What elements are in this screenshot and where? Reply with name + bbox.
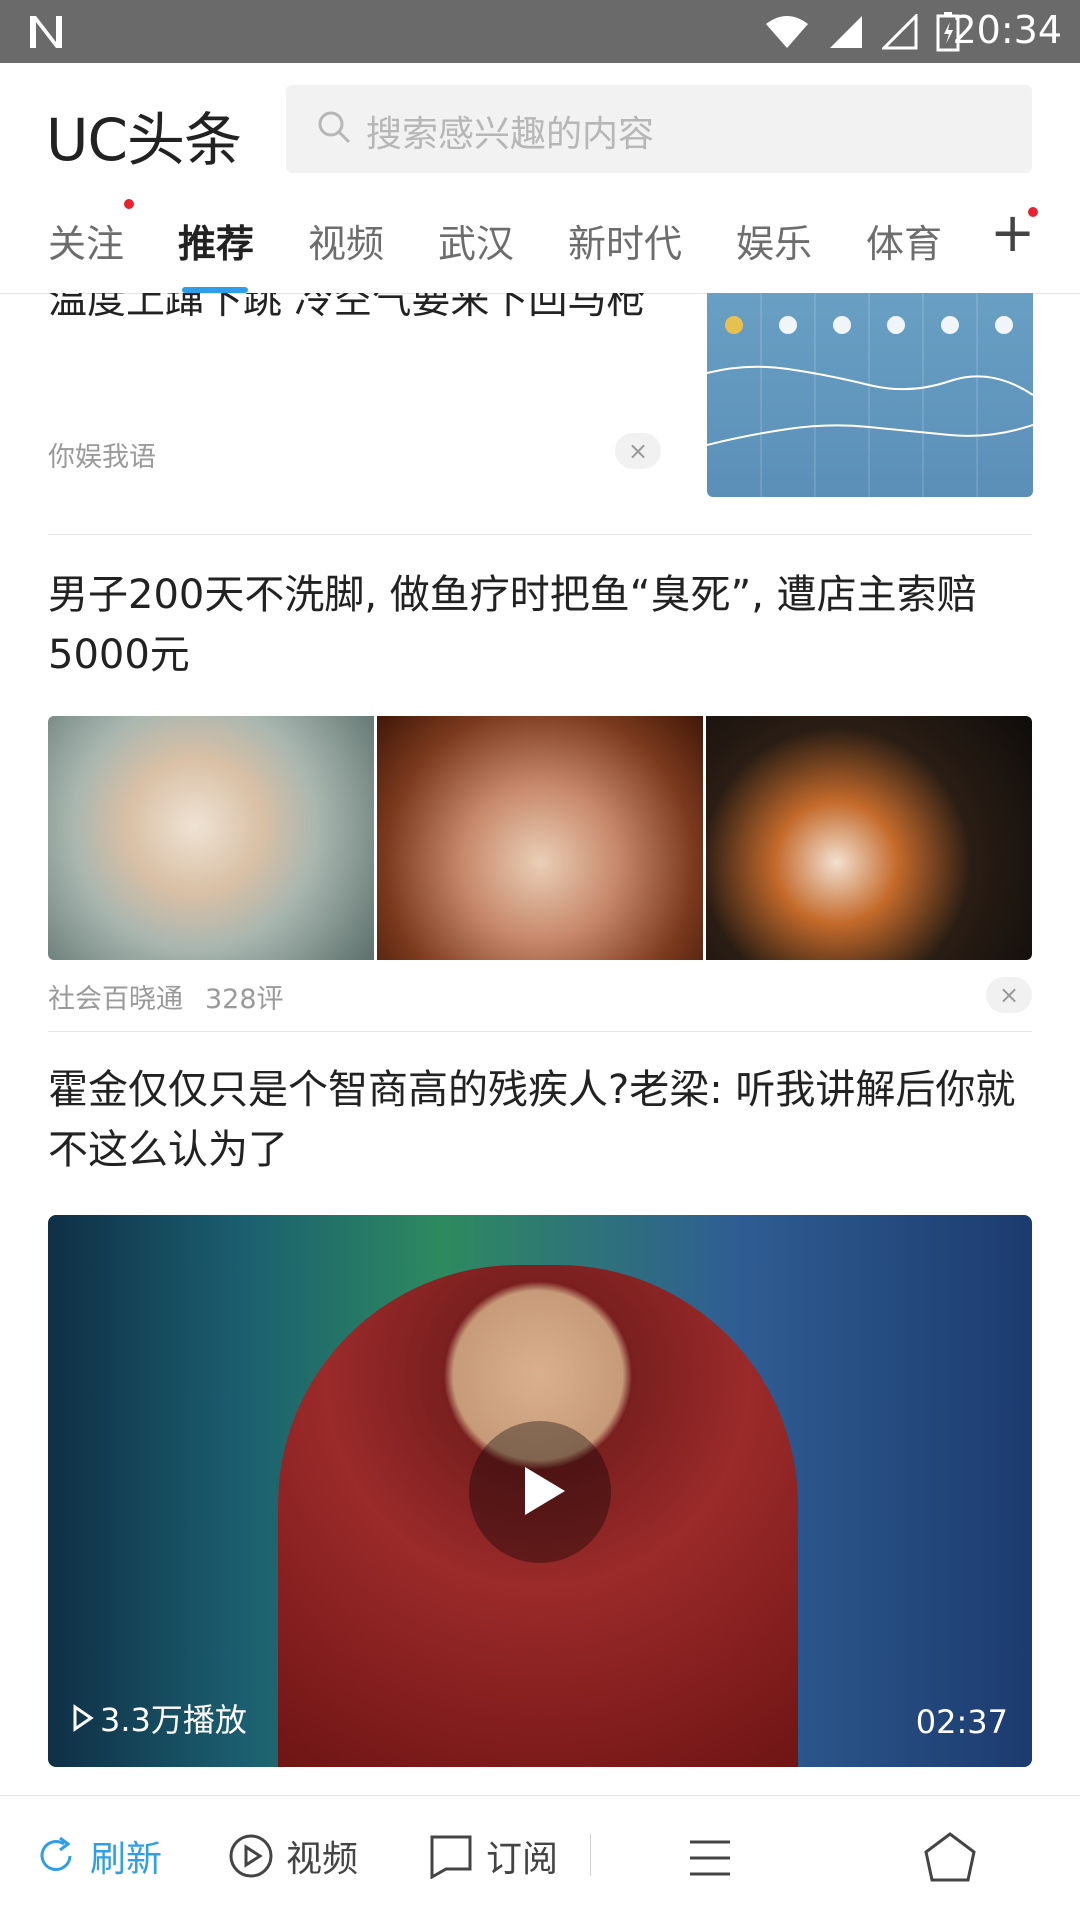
video-duration: 02:37 <box>915 1703 1008 1741</box>
play-small-icon <box>73 1704 94 1732</box>
subscribe-button[interactable]: 订阅 <box>428 1830 558 1882</box>
search-icon <box>318 111 351 144</box>
tab-new-era[interactable]: 新时代 <box>568 213 682 268</box>
article-image[interactable] <box>48 716 374 960</box>
dismiss-button[interactable]: × <box>986 977 1032 1013</box>
tab-follow[interactable]: 关注 <box>48 213 124 268</box>
article-title[interactable]: 霍金仅仅只是个智商高的残疾人?老梁: 听我讲解后你就不这么认为了 <box>48 1060 1032 1180</box>
article-image[interactable] <box>377 716 703 960</box>
refresh-button[interactable]: 刷新 <box>34 1830 162 1882</box>
tab-follow-badge <box>124 199 134 209</box>
play-count: 3.3万播放 <box>72 1695 247 1741</box>
signal-icon <box>830 16 862 48</box>
search-input[interactable]: 搜索感兴趣的内容 <box>286 85 1032 173</box>
search-placeholder: 搜索感兴趣的内容 <box>366 114 655 155</box>
home-button[interactable] <box>922 1830 978 1884</box>
category-tabs: 关注 推荐 视频 武汉 新时代 娱乐 体育 + <box>0 193 1080 294</box>
refresh-icon <box>40 1836 72 1871</box>
signal-empty-icon <box>882 14 918 50</box>
tab-video[interactable]: 视频 <box>308 213 384 268</box>
status-bar: 20:34 <box>0 0 1080 63</box>
article-source: 你娱我语 <box>48 442 156 473</box>
play-button[interactable] <box>469 1421 611 1563</box>
article-image[interactable] <box>706 716 1032 960</box>
feed-divider <box>48 1031 1032 1032</box>
play-count-text: 3.3万播放 <box>100 1701 247 1739</box>
app-logo: UC头条 <box>46 106 242 174</box>
tab-recommend[interactable]: 推荐 <box>178 213 254 268</box>
subscribe-label: 订阅 <box>486 1839 559 1880</box>
refresh-label: 刷新 <box>90 1839 163 1880</box>
n-logo-icon <box>30 16 62 48</box>
feed-divider <box>48 534 1032 535</box>
article-thumbnail[interactable] <box>707 293 1033 497</box>
comment-count: 328评 <box>205 984 284 1015</box>
menu-icon <box>690 1840 730 1876</box>
video-nav-label: 视频 <box>286 1839 359 1880</box>
article-title[interactable]: 温度上蹿下跳 冷空气要来下回马枪 <box>48 293 668 331</box>
dismiss-button[interactable]: × <box>615 433 661 469</box>
app-header: UC头条 搜索感兴趣的内容 <box>0 63 1080 193</box>
bookmark-icon <box>430 1835 472 1879</box>
bottom-navigation: 刷新 视频 订阅 <box>0 1795 1080 1921</box>
status-icons <box>764 12 960 52</box>
bottom-nav-divider <box>590 1834 591 1876</box>
home-icon <box>924 1832 976 1882</box>
news-feed: 温度上蹿下跳 冷空气要来下回马枪 你娱我语 × 男子200天不洗脚, 做鱼疗时把… <box>0 293 1080 1795</box>
wifi-icon <box>766 16 808 48</box>
video-nav-button[interactable]: 视频 <box>228 1830 358 1882</box>
add-tab-badge <box>1028 207 1038 217</box>
tab-entertainment[interactable]: 娱乐 <box>736 213 812 268</box>
video-player[interactable]: 3.3万播放 02:37 <box>48 1215 1032 1767</box>
article-source: 社会百晓通 <box>48 984 183 1015</box>
tab-wuhan[interactable]: 武汉 <box>438 213 514 268</box>
article-title[interactable]: 男子200天不洗脚, 做鱼疗时把鱼“臭死”, 遭店主索赔5000元 <box>48 565 1032 685</box>
menu-button[interactable] <box>686 1836 734 1880</box>
weather-chart-image <box>707 293 1033 497</box>
status-time: 20:34 <box>952 8 1062 52</box>
tab-sports[interactable]: 体育 <box>866 213 942 268</box>
play-circle-icon <box>229 1834 273 1878</box>
article-image-row[interactable] <box>48 716 1032 960</box>
article-meta: 社会百晓通 328评 <box>48 977 284 1016</box>
